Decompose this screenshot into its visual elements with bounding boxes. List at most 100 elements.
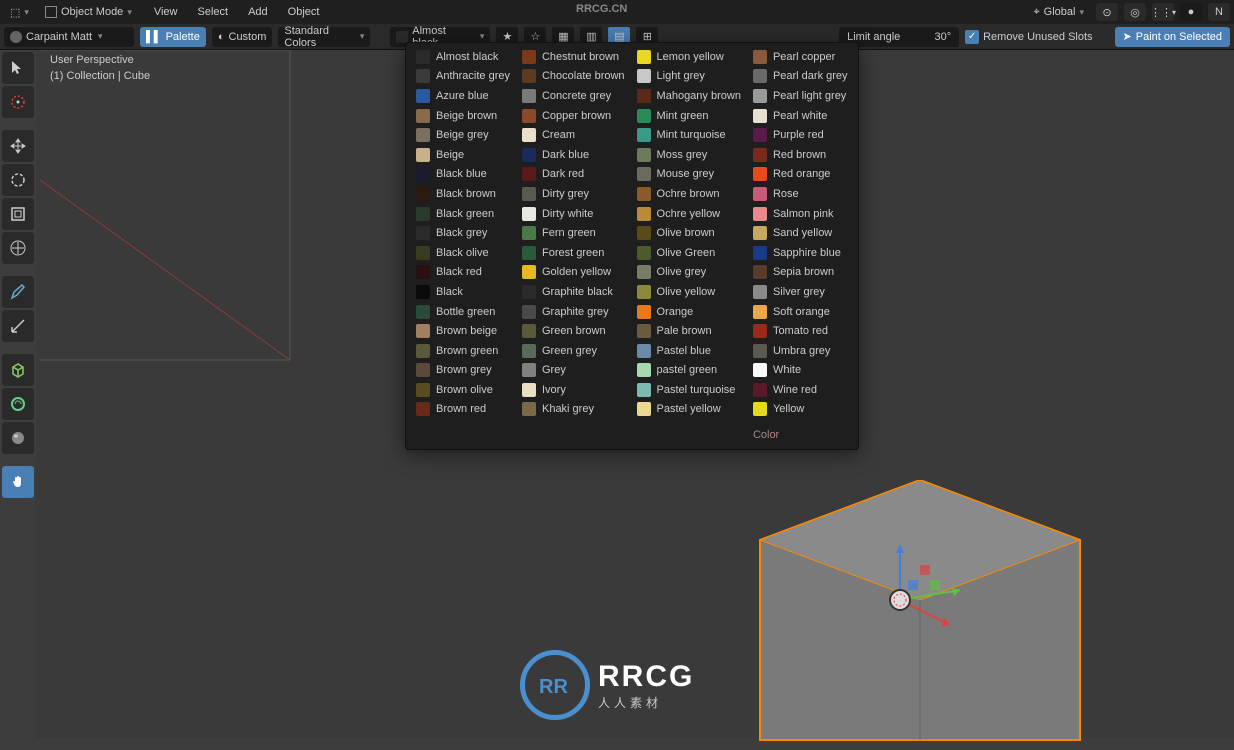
color-item[interactable]: Olive yellow [631,282,747,302]
color-item[interactable]: Brown grey [410,361,516,381]
color-item[interactable]: Sepia brown [747,263,854,283]
color-item[interactable]: Lemon yellow [631,47,747,67]
mode-dropdown[interactable]: Object Mode ▾ [39,4,138,20]
color-item[interactable]: White [747,361,854,381]
color-item[interactable]: Wine red [747,380,854,400]
color-item[interactable]: Pearl copper [747,47,854,67]
color-item[interactable]: Anthracite grey [410,67,516,87]
color-item[interactable]: Green grey [516,341,631,361]
color-item[interactable]: Brown beige [410,321,516,341]
color-item[interactable]: Black brown [410,184,516,204]
annotate-tool[interactable] [2,276,34,308]
color-item[interactable]: Forest green [516,243,631,263]
rotate-tool[interactable] [2,164,34,196]
snap-toggle[interactable]: ⊙ [1096,3,1118,21]
editor-type-dropdown[interactable]: ⬚▾ [4,4,35,21]
menu-view[interactable]: View [150,4,182,20]
color-item[interactable]: Light grey [631,67,747,87]
color-item[interactable]: Black olive [410,243,516,263]
color-item[interactable]: Brown green [410,341,516,361]
color-item[interactable]: Pastel blue [631,341,747,361]
color-item[interactable]: Chocolate brown [516,67,631,87]
remove-unused-checkbox[interactable]: ✓ [965,30,979,44]
color-item[interactable]: Almost black [410,47,516,67]
color-item[interactable]: Mint green [631,106,747,126]
color-item[interactable]: Black grey [410,223,516,243]
color-item[interactable]: Pearl white [747,106,854,126]
sphere-tool[interactable] [2,422,34,454]
color-item[interactable]: Purple red [747,125,854,145]
transform-tool[interactable] [2,232,34,264]
color-item[interactable]: Umbra grey [747,341,854,361]
color-item[interactable]: Ochre yellow [631,204,747,224]
color-item[interactable]: Olive Green [631,243,747,263]
color-item[interactable]: Chestnut brown [516,47,631,67]
color-item[interactable]: Dark blue [516,145,631,165]
proportional-toggle[interactable]: ◎ [1124,3,1146,21]
color-item[interactable]: Pearl dark grey [747,67,854,87]
hand-tool[interactable] [2,466,34,498]
color-item[interactable]: Fern green [516,223,631,243]
color-item[interactable]: Green brown [516,321,631,341]
color-item[interactable]: Mouse grey [631,165,747,185]
color-item[interactable]: Dirty grey [516,184,631,204]
color-item[interactable]: Dark red [516,165,631,185]
paint-tool[interactable] [2,388,34,420]
color-item[interactable]: Black red [410,263,516,283]
color-item[interactable]: Black blue [410,165,516,185]
color-item[interactable]: Salmon pink [747,204,854,224]
select-tool[interactable] [2,52,34,84]
color-item[interactable]: Sapphire blue [747,243,854,263]
color-item[interactable]: Rose [747,184,854,204]
color-item[interactable]: Khaki grey [516,400,631,420]
color-item[interactable]: Mint turquoise [631,125,747,145]
color-item[interactable]: Graphite black [516,282,631,302]
color-item[interactable]: Black green [410,204,516,224]
color-item[interactable]: Tomato red [747,321,854,341]
color-item[interactable]: Ochre brown [631,184,747,204]
color-item[interactable]: Grey [516,361,631,381]
color-item[interactable]: Beige brown [410,106,516,126]
color-set-dropdown[interactable]: Standard Colors ▾ [278,27,370,47]
color-item[interactable]: Graphite grey [516,302,631,322]
color-item[interactable]: Pastel turquoise [631,380,747,400]
color-item[interactable]: Brown red [410,400,516,420]
color-item[interactable]: Dirty white [516,204,631,224]
color-item[interactable]: Red brown [747,145,854,165]
color-item[interactable]: Black [410,282,516,302]
shading-icon-btn-2[interactable]: N [1208,3,1230,21]
color-item[interactable]: Soft orange [747,302,854,322]
scale-tool[interactable] [2,198,34,230]
orientation-dropdown[interactable]: ⌖ Global ▾ [1027,4,1090,21]
color-item[interactable]: Copper brown [516,106,631,126]
color-item[interactable]: Orange [631,302,747,322]
color-item[interactable]: Pale brown [631,321,747,341]
color-item[interactable]: Bottle green [410,302,516,322]
palette-button[interactable]: ▌▌ Palette [140,27,206,47]
color-item[interactable]: Ivory [516,380,631,400]
add-cube-tool[interactable] [2,354,34,386]
color-item[interactable]: pastel green [631,361,747,381]
shading-icon-btn-1[interactable]: ● [1180,3,1202,21]
color-item[interactable]: Golden yellow [516,263,631,283]
color-item[interactable]: Moss grey [631,145,747,165]
palette-color-footer[interactable]: Color [747,425,854,445]
color-item[interactable]: Yellow [747,400,854,420]
color-item[interactable]: Pastel yellow [631,400,747,420]
color-item[interactable]: Beige grey [410,125,516,145]
color-item[interactable]: Mahogany brown [631,86,747,106]
menu-add[interactable]: Add [244,4,272,20]
color-item[interactable]: Cream [516,125,631,145]
color-item[interactable]: Sand yellow [747,223,854,243]
cursor-tool[interactable] [2,86,34,118]
menu-select[interactable]: Select [194,4,233,20]
color-item[interactable]: Brown olive [410,380,516,400]
custom-button[interactable]: ◐ Custom [212,27,273,47]
color-item[interactable]: Red orange [747,165,854,185]
color-item[interactable]: Beige [410,145,516,165]
remove-unused-checkbox-row[interactable]: ✓ Remove Unused Slots [965,30,1092,44]
color-item[interactable]: Silver grey [747,282,854,302]
measure-tool[interactable] [2,310,34,342]
color-item[interactable]: Azure blue [410,86,516,106]
paint-on-selected-button[interactable]: ➤ Paint on Selected [1115,27,1230,47]
